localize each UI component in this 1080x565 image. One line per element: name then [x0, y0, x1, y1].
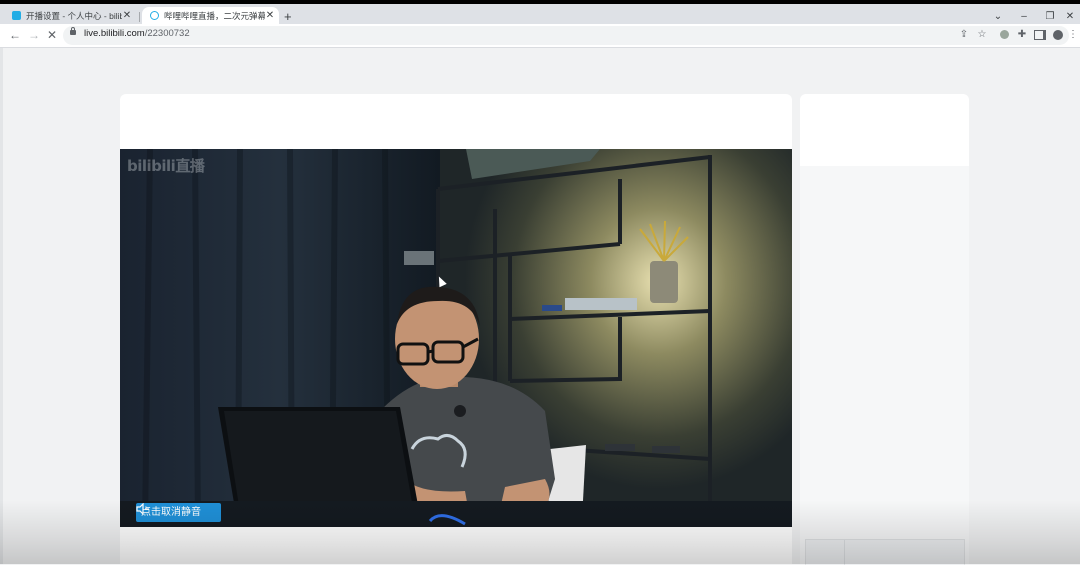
star-icon[interactable]: ☆: [975, 28, 989, 42]
profile-icon[interactable]: [1051, 28, 1065, 42]
tab-separator: [139, 12, 140, 22]
new-tab-button[interactable]: +: [284, 9, 292, 25]
tab-title: 开播设置 - 个人中心 - bilibili link: [26, 10, 122, 21]
url-text[interactable]: live.bilibili.com/22300732: [84, 27, 190, 40]
address-bar[interactable]: [63, 26, 1069, 45]
more-icon[interactable]: ⋮: [1066, 28, 1080, 42]
tab-live-room[interactable]: 哔哩哔哩直播，二次元弹幕直播平台 ✕: [142, 7, 279, 24]
tab-title: 哔哩哔哩直播，二次元弹幕直播平台: [164, 10, 265, 21]
extension-circle-icon[interactable]: [997, 28, 1011, 42]
url-path: /22300732: [144, 28, 190, 39]
live-video-frame: [120, 149, 792, 527]
sidepanel-icon[interactable]: [1033, 28, 1047, 42]
live-video-player[interactable]: bilibili直播 点击取消静音: [120, 149, 792, 527]
forward-button[interactable]: →: [25, 27, 43, 44]
share-icon[interactable]: ⇪: [957, 28, 971, 42]
tab-strip: 开播设置 - 个人中心 - bilibili link ✕ 哔哩哔哩直播，二次元…: [0, 4, 1080, 24]
speaker-muted-icon: [136, 503, 149, 515]
loading-favicon-icon: [150, 11, 159, 20]
unmute-label: 点击取消静音: [141, 507, 201, 518]
back-button[interactable]: ←: [6, 27, 24, 44]
page-left-edge: [0, 48, 3, 564]
divider: [844, 540, 845, 565]
url-host: live.bilibili.com: [84, 28, 145, 39]
stop-loading-button[interactable]: ✕: [43, 27, 61, 44]
tab-close-icon[interactable]: ✕: [122, 10, 132, 21]
lock-icon[interactable]: [70, 27, 76, 35]
side-panel-input-area[interactable]: [805, 539, 965, 565]
tab-close-icon[interactable]: ✕: [265, 10, 275, 21]
bilibili-live-watermark: bilibili直播: [127, 157, 205, 175]
browser-toolbar: ← → ✕ live.bilibili.com/22300732 ⇪ ☆ ✚ ⋮: [0, 24, 1080, 48]
tab-creator-settings[interactable]: 开播设置 - 个人中心 - bilibili link ✕: [4, 7, 136, 24]
puzzle-icon[interactable]: ✚: [1015, 28, 1029, 42]
bilibili-favicon-icon: [12, 11, 21, 20]
unmute-button[interactable]: 点击取消静音: [136, 503, 221, 522]
side-panel-header: [800, 94, 969, 166]
